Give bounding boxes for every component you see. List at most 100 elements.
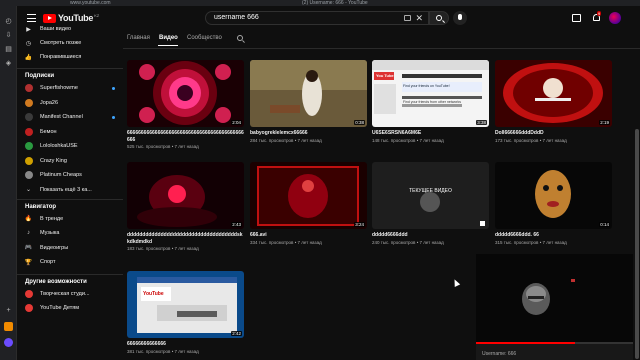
miniplayer[interactable]: Username: 666 xyxy=(476,254,633,360)
video-views: 334 тыс. просмотров xyxy=(250,240,294,245)
voice-search-button[interactable] xyxy=(453,11,467,25)
sidebar-divider xyxy=(17,198,123,200)
video-views: 240 тыс. просмотров xyxy=(372,240,416,245)
app-root: www.youtube.com (2) Username: 666 - YouT… xyxy=(0,0,640,360)
app-icon-purple[interactable] xyxy=(4,338,13,347)
page-scrollbar[interactable] xyxy=(635,49,639,360)
navigator-heading: Навигатор xyxy=(25,203,57,210)
sidebar-item-2[interactable]: 👍 Понравившиеся xyxy=(24,52,82,62)
navigator-label: В тренде xyxy=(40,215,64,222)
youtube-logo[interactable]: YouTube KZ xyxy=(43,13,99,23)
video-thumbnail[interactable]: 2:04 xyxy=(127,60,244,127)
app-icon-orange[interactable] xyxy=(4,322,13,331)
subscription-item[interactable]: Manifest Channel xyxy=(25,112,117,122)
video-meta: 183 тыс. просмотров • 7 лет назад xyxy=(127,246,199,251)
search-value: username 666 xyxy=(214,14,259,21)
video-thumbnail[interactable]: 0:38 xyxy=(250,60,367,127)
scrollbar-thumb[interactable] xyxy=(635,129,639,359)
tabs-divider xyxy=(123,48,640,49)
navigator-item[interactable]: 🎮 Видеоигры xyxy=(25,243,68,253)
subscription-label: Бемон xyxy=(40,128,57,135)
sidebar-item-0[interactable]: ▶ Ваши видео xyxy=(25,24,71,34)
miniplayer-screen[interactable] xyxy=(476,254,633,342)
video-thumbnail[interactable]: You Tube Find your friends on YouTube! Fin… xyxy=(372,60,489,127)
video-title[interactable]: 666.avi xyxy=(250,232,367,239)
video-duration: 2:19 xyxy=(599,120,610,125)
sidebar-item-label: Понравившиеся xyxy=(40,54,82,60)
video-thumbnail[interactable]: ТЕКУЩЕЕ ВИДЕО xyxy=(372,162,489,229)
history-icon[interactable]: ◴ xyxy=(4,16,13,25)
channel-avatar xyxy=(25,171,33,179)
keyboard-icon[interactable] xyxy=(404,15,411,21)
youtube-play-logo-icon xyxy=(43,13,56,23)
video-age: 7 лет назад xyxy=(419,240,444,245)
video-thumbnail[interactable]: 3:24 xyxy=(250,162,367,229)
show-more-button[interactable]: ⌄ Показать ещё 3 ка... xyxy=(25,185,92,195)
video-thumbnail[interactable]: 2:19 xyxy=(495,60,612,127)
subscription-item[interactable]: Бемон xyxy=(25,127,117,137)
navigator-item[interactable]: 🔥 В тренде xyxy=(25,214,63,224)
video-thumbnail[interactable]: YouTube 2:42 xyxy=(127,271,244,338)
navigator-item[interactable]: 🏆 Спорт xyxy=(25,257,56,267)
channel-search-icon[interactable] xyxy=(237,35,243,41)
subscription-item[interactable]: Platinum Cheaps xyxy=(25,170,117,180)
miniplayer-progress[interactable] xyxy=(476,342,633,344)
thumb-youtube-logo: YouTube xyxy=(143,291,164,297)
video-title[interactable]: ddddddddddddddddddddddddddddddddddddskkd… xyxy=(127,232,244,245)
navigator-item[interactable]: ♪ Музыка xyxy=(25,228,59,238)
create-video-icon[interactable] xyxy=(572,14,581,22)
channel-avatar xyxy=(25,127,33,136)
video-views: 183 тыс. просмотров xyxy=(127,246,171,251)
tab-home[interactable]: Главная xyxy=(127,35,150,41)
hamburger-menu-icon[interactable] xyxy=(27,14,36,22)
video-title[interactable]: U6SE6SRSN6A6M6E xyxy=(372,130,489,137)
sidebar-item-label: Ваши видео xyxy=(40,26,72,32)
subscription-item[interactable]: Superfishowme xyxy=(25,83,117,93)
channel-avatar xyxy=(25,98,33,107)
add-panel-icon[interactable]: + xyxy=(4,306,13,315)
video-thumbnail[interactable]: 2:43 xyxy=(127,162,244,229)
microphone-icon xyxy=(458,14,462,20)
sidebar-item-label: Смотреть позже xyxy=(40,40,82,46)
search-button[interactable] xyxy=(429,11,449,25)
subscription-label: LololoshkaUSE xyxy=(40,143,78,149)
bookmark-icon[interactable]: ▤ xyxy=(4,44,13,53)
navigator-label: Спорт xyxy=(40,259,56,265)
tab-videos[interactable]: Видео xyxy=(159,35,178,41)
clear-search-icon[interactable]: ✕ xyxy=(415,13,423,24)
navigator-label: Видеоигры xyxy=(40,244,69,251)
sidebar-item-1[interactable]: ◷ Смотреть позже xyxy=(25,38,81,48)
thumb-page-header: You Tube xyxy=(376,73,394,78)
downloads-icon[interactable]: ⇩ xyxy=(4,30,13,39)
video-duration: 0:38 xyxy=(354,120,365,125)
video-age: 7 лет назад xyxy=(297,240,322,245)
search-input[interactable]: username 666 ✕ xyxy=(205,11,429,25)
subscription-label: Jopa26 xyxy=(40,99,59,106)
video-title[interactable]: ddddd6666ddd xyxy=(372,232,489,239)
channel-avatar xyxy=(25,84,33,92)
now-playing-icon xyxy=(480,221,485,226)
channel-avatar xyxy=(25,156,33,165)
video-title[interactable]: 6666666666666666666666666666666666666666… xyxy=(127,130,244,143)
subscription-item[interactable]: LololoshkaUSE xyxy=(25,141,117,151)
account-avatar[interactable] xyxy=(609,12,621,24)
extension-icon[interactable]: ◈ xyxy=(4,58,13,67)
mouse-cursor xyxy=(451,278,461,287)
more-item[interactable]: YouTube Детям xyxy=(25,303,79,313)
thumbs-up-icon: 👍 xyxy=(24,54,33,61)
video-thumbnail[interactable]: 0:14 xyxy=(495,162,612,229)
show-more-label: Показать ещё 3 ка... xyxy=(40,186,92,193)
video-title[interactable]: babyogreklelemcx66666 xyxy=(250,130,367,137)
clock-icon: ◷ xyxy=(25,40,32,47)
subscription-item[interactable]: Crazy King xyxy=(25,156,117,166)
video-title[interactable]: ddddd6666ddd. 66 xyxy=(495,232,612,239)
video-title[interactable]: Doll666666dddDddD xyxy=(495,130,612,137)
video-age: 7 лет назад xyxy=(297,138,322,143)
more-item[interactable]: Творческая студи... xyxy=(25,289,90,299)
subscription-item[interactable]: Jopa26 xyxy=(25,98,117,108)
video-title[interactable]: 66666666666666 xyxy=(127,341,244,348)
video-age: 7 лет назад xyxy=(419,138,444,143)
tab-community[interactable]: Сообщество xyxy=(187,35,222,41)
search-icon xyxy=(436,15,442,21)
video-age: 7 лет назад xyxy=(174,144,199,149)
